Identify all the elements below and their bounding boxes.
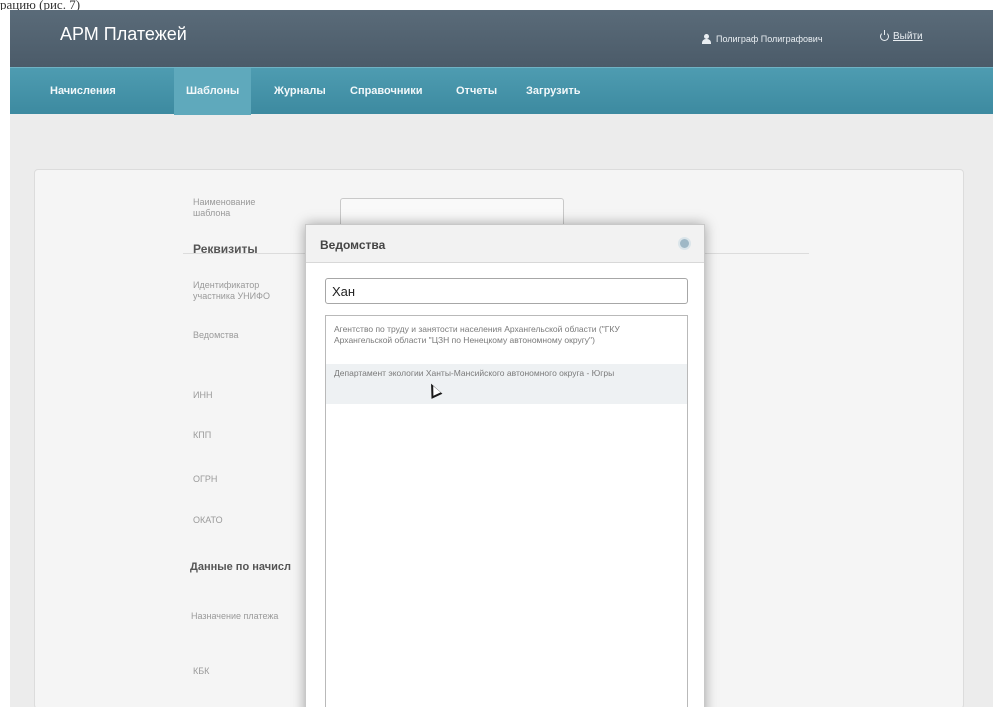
inn-label: ИНН xyxy=(193,390,213,400)
kpp-label: КПП xyxy=(193,430,212,440)
nav-reports[interactable]: Отчеты xyxy=(444,68,509,115)
close-icon[interactable] xyxy=(678,237,691,250)
payment-purpose-label: Назначение платежа xyxy=(191,611,279,621)
department-search-input[interactable] xyxy=(325,278,688,304)
department-label: Ведомства xyxy=(193,330,239,340)
dialog-header: Ведомства xyxy=(306,225,704,263)
kbk-label: КБК xyxy=(193,666,210,676)
okato-label: ОКАТО xyxy=(193,515,223,525)
top-bar: АРМ Платежей Полиграф Полиграфович Выйти xyxy=(10,10,993,67)
logout-button[interactable]: Выйти xyxy=(880,30,923,42)
nav-journals[interactable]: Журналы xyxy=(262,68,338,115)
template-name-label: Наименование шаблона xyxy=(193,197,256,218)
power-icon xyxy=(880,30,889,41)
nav-upload[interactable]: Загрузить xyxy=(514,68,593,115)
document-caption: рацию (рис. 7) xyxy=(0,0,81,10)
charge-data-heading: Данные по начисл xyxy=(190,561,291,573)
nav-charges[interactable]: Начисления xyxy=(38,68,128,115)
app-title: АРМ Платежей xyxy=(60,24,187,44)
list-item[interactable]: Департамент экологии Ханты-Мансийского а… xyxy=(326,364,687,404)
user-icon xyxy=(702,34,711,44)
list-item[interactable]: Агентство по труду и занятости населения… xyxy=(326,322,687,364)
nav-directories[interactable]: Справочники xyxy=(338,68,435,115)
current-user[interactable]: Полиграф Полиграфович xyxy=(702,34,823,44)
dialog-title: Ведомства xyxy=(320,238,386,252)
departments-dialog: Ведомства Агентство по труду и занятости… xyxy=(305,224,705,707)
participant-id-label: Идентификатор участника УНИФО xyxy=(193,280,270,301)
screen: рацию (рис. 7) АРМ Платежей Полиграф Пол… xyxy=(0,0,993,707)
main-nav: Начисления Шаблоны Журналы Справочники О… xyxy=(10,67,993,115)
user-name: Полиграф Полиграфович xyxy=(716,34,823,44)
ogrn-label: ОГРН xyxy=(193,474,218,484)
department-results-list[interactable]: Агентство по труду и занятости населения… xyxy=(325,315,688,707)
logout-label: Выйти xyxy=(893,31,923,42)
nav-templates[interactable]: Шаблоны xyxy=(174,68,252,115)
